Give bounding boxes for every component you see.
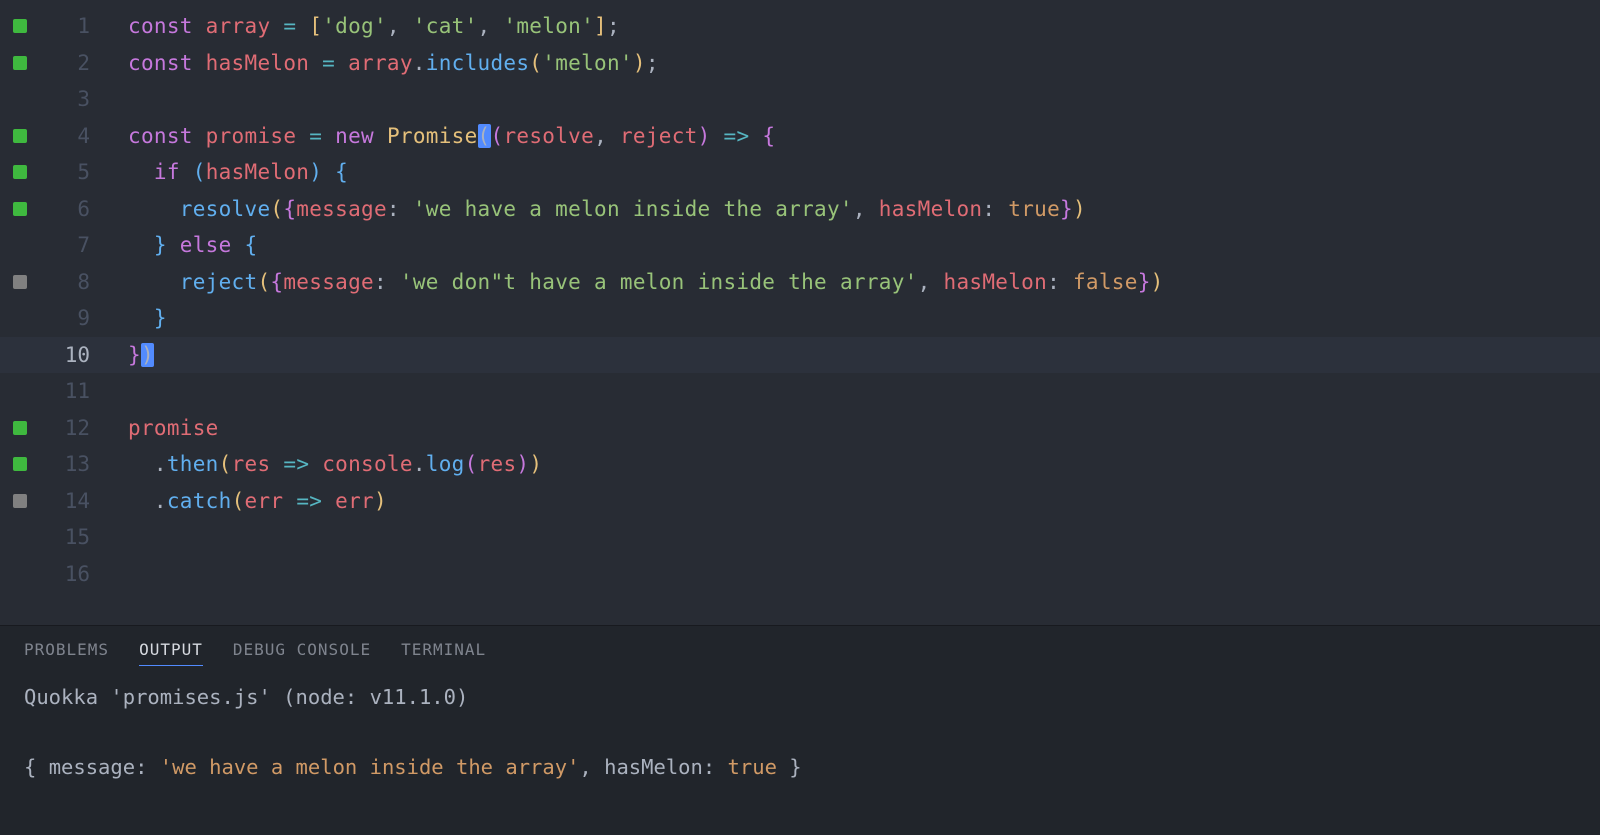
coverage-indicator	[0, 421, 40, 435]
code-line[interactable]: 3	[0, 81, 1600, 118]
tab-output[interactable]: OUTPUT	[139, 640, 203, 666]
coverage-indicator	[0, 275, 40, 289]
code-content[interactable]: .then(res => console.log(res))	[90, 452, 542, 476]
code-line[interactable]: 4 const promise = new Promise((resolve, …	[0, 118, 1600, 155]
line-number: 9	[40, 306, 90, 330]
code-content[interactable]: }	[90, 306, 167, 330]
line-number: 1	[40, 14, 90, 38]
code-line[interactable]: 7 } else {	[0, 227, 1600, 264]
code-line[interactable]: 14 .catch(err => err)	[0, 483, 1600, 520]
code-line[interactable]: 5 if (hasMelon) {	[0, 154, 1600, 191]
line-number: 6	[40, 197, 90, 221]
line-number: 16	[40, 562, 90, 586]
code-line[interactable]: 2 const hasMelon = array.includes('melon…	[0, 45, 1600, 82]
line-number: 4	[40, 124, 90, 148]
output-header: Quokka 'promises.js' (node: v11.1.0)	[24, 680, 1576, 715]
line-number: 2	[40, 51, 90, 75]
coverage-indicator	[0, 202, 40, 216]
code-line[interactable]: 15	[0, 519, 1600, 556]
tab-debug-console[interactable]: DEBUG CONSOLE	[233, 640, 371, 666]
output-result: { message: 'we have a melon inside the a…	[24, 750, 1576, 785]
line-number: 12	[40, 416, 90, 440]
tab-terminal[interactable]: TERMINAL	[401, 640, 486, 666]
line-number: 14	[40, 489, 90, 513]
code-line[interactable]: 1 const array = ['dog', 'cat', 'melon'];	[0, 8, 1600, 45]
output-blank	[24, 715, 1576, 750]
code-content[interactable]: const hasMelon = array.includes('melon')…	[90, 51, 659, 75]
code-content[interactable]: if (hasMelon) {	[90, 160, 348, 184]
code-content[interactable]: promise	[90, 416, 219, 440]
code-content[interactable]: } else {	[90, 233, 257, 257]
line-number: 15	[40, 525, 90, 549]
code-line[interactable]: 8 reject({message: 'we don"t have a melo…	[0, 264, 1600, 301]
coverage-indicator	[0, 129, 40, 143]
line-number: 7	[40, 233, 90, 257]
code-line[interactable]: 9 }	[0, 300, 1600, 337]
code-editor[interactable]: 1 const array = ['dog', 'cat', 'melon'];…	[0, 0, 1600, 625]
code-content[interactable]: })	[90, 343, 154, 367]
code-line-current[interactable]: 10 })	[0, 337, 1600, 374]
line-number: 8	[40, 270, 90, 294]
coverage-indicator	[0, 165, 40, 179]
code-content[interactable]: const promise = new Promise((resolve, re…	[90, 124, 775, 148]
code-line[interactable]: 6 resolve({message: 'we have a melon ins…	[0, 191, 1600, 228]
panel-tabs: PROBLEMS OUTPUT DEBUG CONSOLE TERMINAL	[0, 626, 1600, 676]
code-content[interactable]: reject({message: 'we don"t have a melon …	[90, 270, 1164, 294]
code-line[interactable]: 16	[0, 556, 1600, 593]
code-content[interactable]: resolve({message: 'we have a melon insid…	[90, 197, 1086, 221]
coverage-indicator	[0, 19, 40, 33]
coverage-indicator	[0, 56, 40, 70]
line-number: 10	[40, 343, 90, 367]
tab-problems[interactable]: PROBLEMS	[24, 640, 109, 666]
line-number: 5	[40, 160, 90, 184]
code-line[interactable]: 12 promise	[0, 410, 1600, 447]
line-number: 13	[40, 452, 90, 476]
code-line[interactable]: 13 .then(res => console.log(res))	[0, 446, 1600, 483]
code-content[interactable]: .catch(err => err)	[90, 489, 387, 513]
line-number: 11	[40, 379, 90, 403]
coverage-indicator	[0, 494, 40, 508]
line-number: 3	[40, 87, 90, 111]
output-content[interactable]: Quokka 'promises.js' (node: v11.1.0) { m…	[0, 676, 1600, 789]
code-line[interactable]: 11	[0, 373, 1600, 410]
coverage-indicator	[0, 457, 40, 471]
bottom-panel: PROBLEMS OUTPUT DEBUG CONSOLE TERMINAL Q…	[0, 625, 1600, 835]
code-content[interactable]: const array = ['dog', 'cat', 'melon'];	[90, 14, 620, 38]
